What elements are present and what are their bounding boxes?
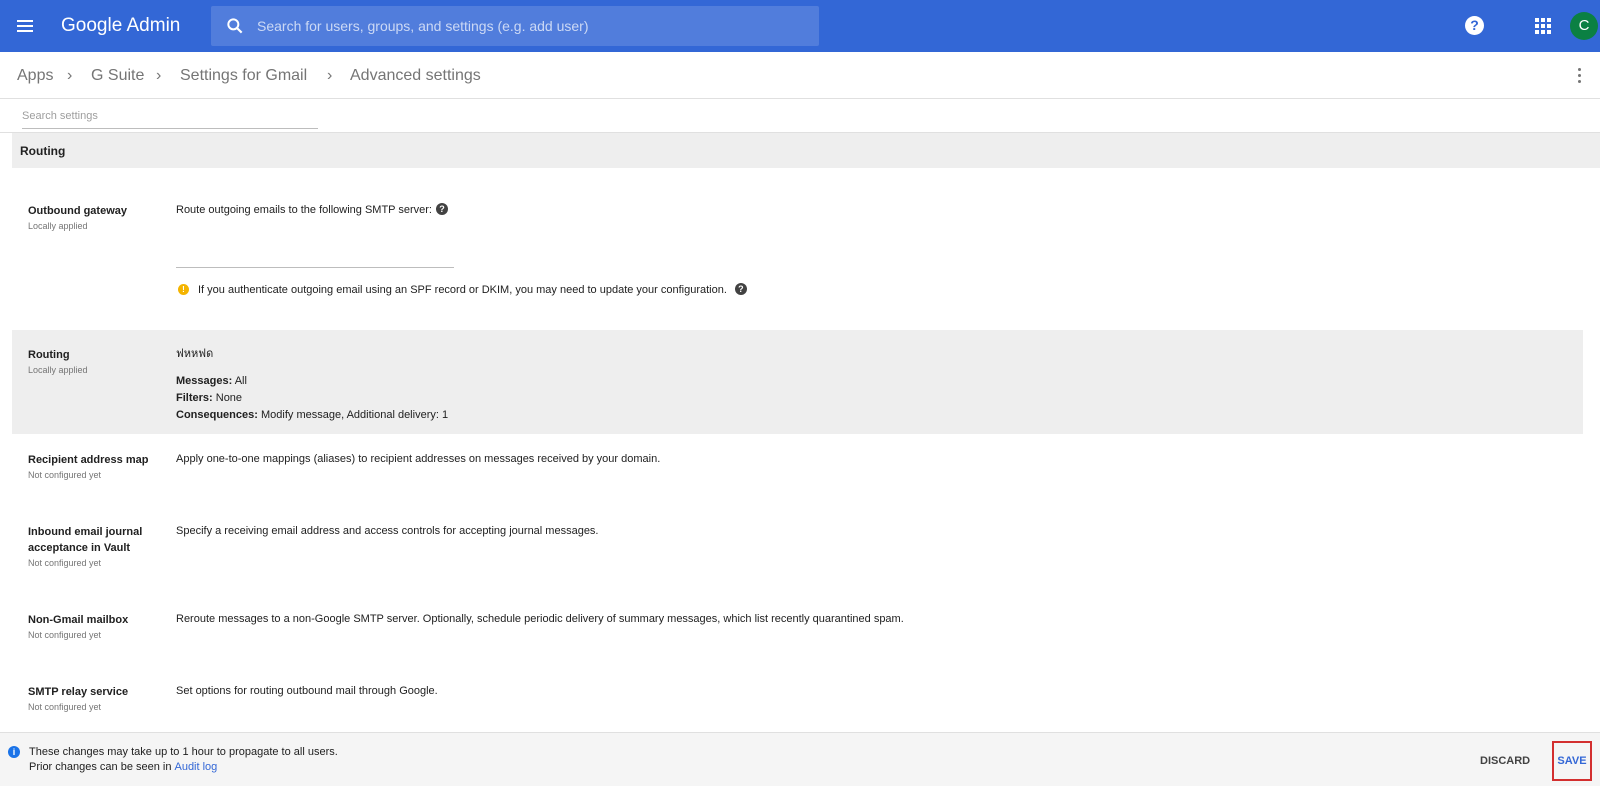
chevron-right-icon: › [156,67,162,84]
section-title: Routing [20,144,66,158]
chevron-right-icon: › [67,67,73,84]
section-header-routing[interactable]: Routing [12,133,1600,168]
setting-status: Locally applied [28,365,88,375]
propagation-notice: These changes may take up to 1 hour to p… [29,746,338,758]
top-app-bar: Google Admin ? C [0,0,1600,52]
breadcrumb: Apps › G Suite › Settings for Gmail › Ad… [0,52,1600,99]
menu-icon[interactable] [13,14,37,38]
spf-dkim-warning: ! If you authenticate outgoing email usin… [178,283,747,297]
setting-description: Set options for routing outbound mail th… [176,685,438,697]
discard-button[interactable]: DISCARD [1480,755,1530,767]
warning-icon: ! [178,284,189,295]
routing-rule-name[interactable]: ฟหหฟด [176,347,213,361]
setting-status: Not configured yet [28,702,102,712]
search-icon [227,18,243,34]
setting-status: Locally applied [28,221,88,231]
more-vert-icon[interactable] [1578,67,1582,85]
setting-status: Not configured yet [28,558,102,568]
setting-description: Route outgoing emails to the following S… [176,203,448,217]
routing-messages: Messages: All [176,374,247,388]
audit-notice-text: Prior changes can be seen in [29,761,172,773]
help-circle-icon[interactable]: ? [435,203,448,215]
setting-recipient-address-map[interactable]: Recipient address map Not configured yet… [12,440,1583,510]
setting-description: Specify a receiving email address and ac… [176,525,599,537]
info-icon: i [8,746,20,758]
avatar[interactable]: C [1570,12,1598,40]
setting-status: Not configured yet [28,470,102,480]
setting-description: Reroute messages to a non-Google SMTP se… [176,613,904,625]
routing-filters: Filters: None [176,391,242,405]
setting-smtp-relay[interactable]: SMTP relay service Not configured yet Se… [12,672,1583,730]
setting-title: SMTP relay service [28,686,129,698]
routing-consequences: Consequences: Modify message, Additional… [176,408,448,422]
smtp-server-input[interactable] [176,246,454,268]
breadcrumb-advanced-settings: Advanced settings [350,67,481,84]
messages-label: Messages: [176,375,233,387]
setting-title: Recipient address map [28,454,149,466]
setting-routing[interactable]: Routing Locally applied ฟหหฟด Messages: … [12,330,1583,434]
setting-title: Inbound email journal acceptance in Vaul… [28,526,143,554]
save-button[interactable]: SAVE [1552,741,1592,781]
help-circle-icon[interactable]: ? [734,283,747,295]
consequences-label: Consequences: [176,409,258,421]
setting-inbound-journal[interactable]: Inbound email journal acceptance in Vaul… [12,512,1583,598]
audit-notice: Prior changes can be seen in Audit log [29,761,217,773]
warning-text: If you authenticate outgoing email using… [198,284,727,296]
messages-value: All [234,375,247,387]
app-logo[interactable]: Google Admin [61,14,180,38]
chevron-right-icon: › [327,67,333,84]
apps-grid-icon[interactable] [1535,18,1551,34]
breadcrumb-gmail-settings[interactable]: Settings for Gmail [180,66,307,86]
setting-title: Routing [28,349,70,361]
breadcrumb-gsuite[interactable]: G Suite [91,66,144,86]
filters-label: Filters: [176,392,213,404]
setting-status: Not configured yet [28,630,102,640]
setting-description: Apply one-to-one mappings (aliases) to r… [176,453,661,465]
global-search-input[interactable] [257,6,807,46]
outbound-gateway-description: Route outgoing emails to the following S… [176,204,432,216]
setting-outbound-gateway[interactable]: Outbound gateway Locally applied Route o… [12,168,1583,330]
search-settings-input[interactable] [22,103,318,129]
audit-log-link[interactable]: Audit log [174,761,217,773]
filters-value: None [215,392,243,404]
breadcrumb-apps[interactable]: Apps [17,66,53,86]
setting-non-gmail-mailbox[interactable]: Non-Gmail mailbox Not configured yet Rer… [12,600,1583,670]
consequences-value: Modify message, Additional delivery: 1 [260,409,449,421]
setting-title: Outbound gateway [28,205,127,217]
save-bar: i These changes may take up to 1 hour to… [0,732,1600,786]
global-search[interactable] [211,6,819,46]
setting-title: Non-Gmail mailbox [28,614,129,626]
help-icon[interactable]: ? [1465,16,1484,35]
